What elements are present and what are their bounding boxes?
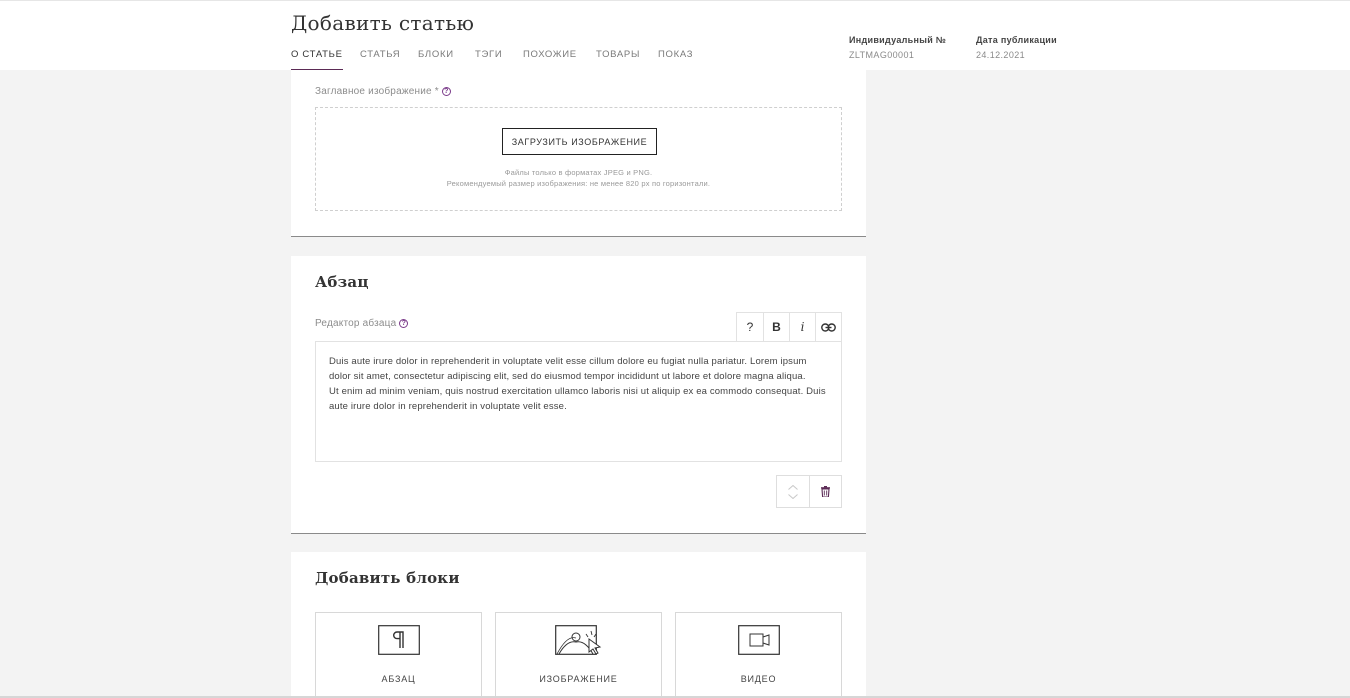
tab-display[interactable]: Показ [658, 49, 693, 71]
page-header: Добавить статью О статье Статья Блоки Тэ… [0, 0, 1350, 71]
image-icon [554, 625, 601, 655]
cover-image-label: Заглавное изображение *? [315, 86, 451, 97]
toolbar-link-button[interactable] [814, 313, 841, 341]
publish-date-value: 24.12.2021 [976, 50, 1026, 60]
upload-hint-format: Файлы только в форматах JPEG и PNG. [504, 168, 653, 177]
page-title: Добавить статью [291, 11, 475, 35]
help-icon[interactable]: ? [441, 87, 451, 96]
paragraph-block-title: Абзац [315, 273, 369, 291]
paragraph-editor[interactable]: Duis aute irure dolor in reprehenderit i… [315, 341, 842, 462]
add-image-label: ИЗОБРАЖЕНИЕ [539, 674, 618, 684]
toolbar-help-button[interactable]: ? [737, 313, 763, 341]
upload-image-button[interactable]: ЗАГРУЗИТЬ ИЗОБРАЖЕНИЕ [502, 128, 657, 155]
tab-article[interactable]: Статья [360, 49, 400, 71]
cover-image-card: Заглавное изображение *? ЗАГРУЗИТЬ ИЗОБР… [291, 70, 866, 237]
article-id-label: Индивидуальный № [849, 35, 947, 45]
toolbar-bold-button[interactable]: B [762, 313, 789, 341]
add-paragraph-tile[interactable]: АБЗАЦ [315, 612, 482, 698]
image-dropzone[interactable]: ЗАГРУЗИТЬ ИЗОБРАЖЕНИЕ Файлы только в фор… [315, 107, 842, 211]
paragraph-text-1: Duis aute irure dolor in reprehenderit i… [329, 356, 807, 382]
upload-hint-size: Рекомендуемый размер изображения: не мен… [446, 179, 711, 188]
add-blocks-title: Добавить блоки [315, 569, 460, 587]
delete-block-button[interactable] [810, 476, 842, 507]
tab-tags[interactable]: Тэги [475, 49, 502, 71]
paragraph-text-2: Ut enim ad minim veniam, quis nostrud ex… [329, 386, 826, 412]
tab-blocks[interactable]: Блоки [418, 49, 454, 71]
add-image-tile[interactable]: ИЗОБРАЖЕНИЕ [495, 612, 662, 698]
add-video-tile[interactable]: ВИДЕО [675, 612, 842, 698]
editor-toolbar: ? B i [736, 312, 842, 341]
tab-about[interactable]: О статье [291, 49, 343, 71]
video-icon [737, 625, 780, 655]
tab-similar[interactable]: Похожие [523, 49, 577, 71]
add-blocks-card: Добавить блоки АБЗАЦ ИЗОБРАЖЕНИЕ ВИДЕО [291, 552, 866, 698]
paragraph-block-card: Абзац Редактор абзаца? ? B i Duis aute i… [291, 256, 866, 534]
paragraph-editor-label: Редактор абзаца? [315, 318, 409, 329]
help-icon[interactable]: ? [399, 319, 409, 328]
publish-date-label: Дата публикации [976, 35, 1057, 45]
chevron-down-icon[interactable] [787, 493, 798, 499]
block-actions [776, 475, 842, 508]
add-video-label: ВИДЕО [740, 674, 777, 684]
tab-products[interactable]: Товары [596, 49, 640, 71]
paragraph-icon [377, 625, 420, 655]
article-id-value: ZLTMAG00001 [849, 50, 915, 60]
block-tiles: АБЗАЦ ИЗОБРАЖЕНИЕ ВИДЕО [315, 612, 842, 698]
link-icon [821, 322, 836, 332]
cover-image-label-text: Заглавное изображение * [315, 86, 439, 97]
chevron-up-icon[interactable] [787, 484, 798, 490]
trash-icon [820, 486, 830, 497]
add-paragraph-label: АБЗАЦ [381, 674, 416, 684]
move-block-control[interactable] [777, 476, 810, 507]
paragraph-editor-label-text: Редактор абзаца [315, 318, 397, 329]
toolbar-italic-button[interactable]: i [788, 313, 815, 341]
